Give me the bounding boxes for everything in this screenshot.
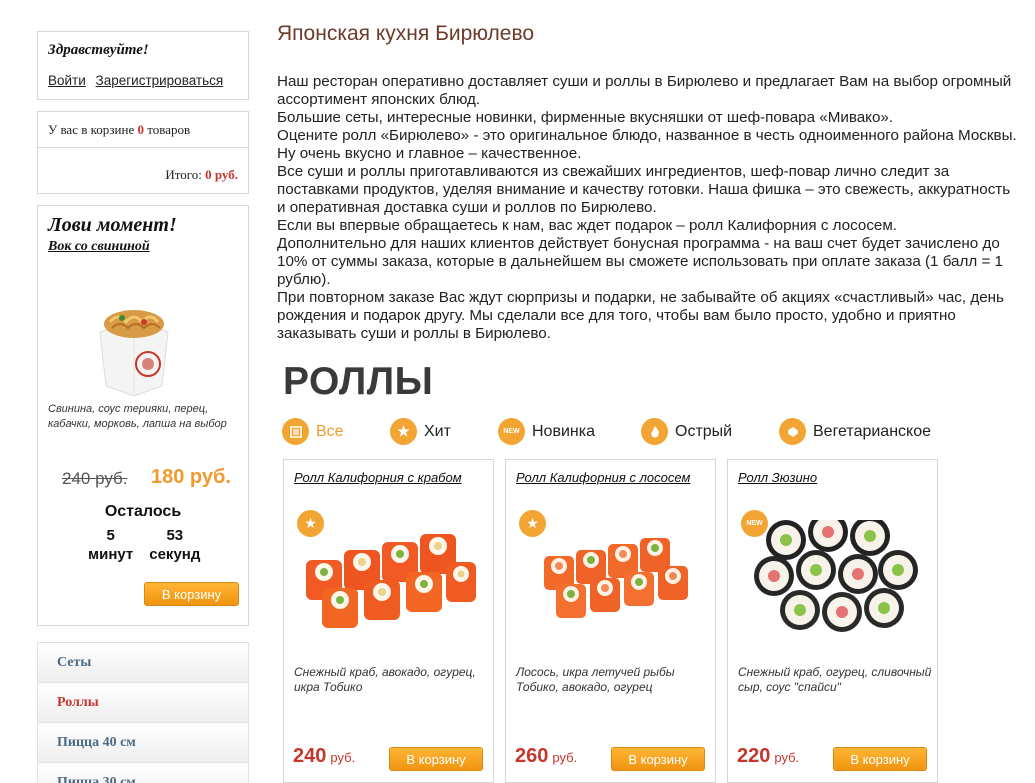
menu-item-sets[interactable]: Сеты <box>38 643 248 683</box>
cart-count: 0 <box>137 122 144 137</box>
product-price: 240 руб. <box>293 745 355 768</box>
cart-prefix: У вас в корзине <box>48 122 135 137</box>
timer-minutes-label: минут <box>88 546 134 563</box>
intro-paragraph: Оцените ролл «Бирюлево» - это оригинальн… <box>277 127 1017 162</box>
product-price-currency: руб. <box>552 750 578 765</box>
promo-product-link[interactable]: Вок со свининой <box>48 239 150 255</box>
cart-suffix: товаров <box>147 122 191 137</box>
product-price: 220 руб. <box>737 745 799 768</box>
filter-all-label: Все <box>316 422 344 440</box>
promo-old-price: 240 руб. <box>62 469 128 488</box>
promo-remaining-label: Осталось <box>104 503 182 520</box>
list-icon <box>282 418 309 445</box>
promo-description: Свинина, соус терияки, перец, кабачки, м… <box>48 403 227 430</box>
promo-add-to-cart-button[interactable]: В корзину <box>144 582 239 606</box>
filter-new[interactable]: NEW Новинка <box>498 418 595 445</box>
star-icon: ★ <box>390 418 417 445</box>
filter-new-label: Новинка <box>532 422 595 440</box>
california-crab-roll-image[interactable] <box>294 520 484 640</box>
promo-title: Лови момент! <box>48 214 177 236</box>
promo-box: Лови момент! Вок со свининой Свинина, со… <box>37 205 249 626</box>
login-link[interactable]: Войти <box>48 73 86 88</box>
product-description: Снежный краб, огурец, сливочный сыр, соу… <box>738 665 932 694</box>
intro-paragraph: Если вы впервые обращаетесь к нам, вас ж… <box>277 217 898 234</box>
promo-new-price: 180 руб. <box>151 466 231 488</box>
wok-box-image[interactable] <box>86 294 182 398</box>
product-card: Ролл Калифорния с лососем ★ Лосось, икра… <box>505 459 716 783</box>
product-description: Лосось, икра летучей рыбы Тобико, авокад… <box>516 665 675 694</box>
product-price-value: 240 <box>293 745 327 767</box>
filter-vegetarian-label: Вегетарианское <box>813 422 932 440</box>
intro-paragraph: Большие сеты, интересные новинки, фирмен… <box>277 109 894 126</box>
timer-minutes-value: 5 <box>106 527 115 544</box>
section-title: РОЛЛЫ <box>283 360 434 403</box>
menu-item-pizza-40[interactable]: Пицца 40 см <box>38 723 248 763</box>
zyuzino-roll-image[interactable] <box>738 520 928 640</box>
cart-total-label: Итого: <box>165 167 202 182</box>
intro-text: Наш ресторан оперативно доставляет суши … <box>277 73 1022 343</box>
greeting-box: Здравствуйте! Войти Зарегистрироваться <box>37 31 249 100</box>
product-price-value: 220 <box>737 745 771 767</box>
cart-total-value: 0 руб. <box>205 167 238 182</box>
product-name-link[interactable]: Ролл Калифорния с крабом <box>294 470 484 486</box>
product-price: 260 руб. <box>515 745 577 768</box>
add-to-cart-button[interactable]: В корзину <box>833 747 927 771</box>
intro-paragraph: Дополнительно для наших клиентов действу… <box>277 235 1003 288</box>
leaf-icon <box>779 418 806 445</box>
filter-spicy[interactable]: Острый <box>641 418 732 445</box>
flame-icon <box>641 418 668 445</box>
page-title: Японская кухня Бирюлево <box>277 22 535 45</box>
menu-item-rolls[interactable]: Роллы <box>38 683 248 723</box>
add-to-cart-button[interactable]: В корзину <box>389 747 483 771</box>
cart-box: У вас в корзине 0 товаров Итого: 0 руб. <box>37 111 249 194</box>
greeting-title: Здравствуйте! <box>48 42 149 58</box>
product-price-currency: руб. <box>330 750 356 765</box>
product-card: Ролл Калифорния с крабом ★ Снежный краб,… <box>283 459 494 783</box>
timer-seconds-value: 53 <box>166 527 184 544</box>
cart-total-row: Итого: 0 руб. <box>38 148 248 194</box>
product-price-currency: руб. <box>774 750 800 765</box>
filter-all[interactable]: Все <box>282 418 344 445</box>
california-salmon-roll-image[interactable] <box>516 520 706 640</box>
filter-hit-label: Хит <box>424 422 451 440</box>
product-card: Ролл Зюзино NEW Снежный краб, огурец, сл… <box>727 459 938 783</box>
category-menu: Сеты Роллы Пицца 40 см Пицца 30 см <box>37 642 249 783</box>
intro-paragraph: Наш ресторан оперативно доставляет суши … <box>277 73 1012 108</box>
product-description: Снежный краб, авокадо, огурец, икра Тоби… <box>294 665 476 694</box>
cart-count-row: У вас в корзине 0 товаров <box>38 112 248 148</box>
new-badge-icon: NEW <box>498 418 525 445</box>
filter-spicy-label: Острый <box>675 422 733 440</box>
intro-paragraph: При повторном заказе Вас ждут сюрпризы и… <box>277 289 1004 342</box>
intro-paragraph: Все суши и роллы приготавливаются из све… <box>277 163 1011 216</box>
timer-seconds-label: секунд <box>149 546 201 563</box>
filter-vegetarian[interactable]: Вегетарианское <box>779 418 931 445</box>
timer-seconds: 53 секунд <box>149 526 200 564</box>
filter-hit[interactable]: ★ Хит <box>390 418 451 445</box>
product-name-link[interactable]: Ролл Калифорния с лососем <box>516 470 706 486</box>
promo-timer: 5 минут 53 секунд <box>88 526 200 564</box>
menu-item-pizza-30[interactable]: Пицца 30 см <box>38 763 248 783</box>
register-link[interactable]: Зарегистрироваться <box>96 73 224 88</box>
product-price-value: 260 <box>515 745 549 767</box>
product-name-link[interactable]: Ролл Зюзино <box>738 470 928 486</box>
timer-minutes: 5 минут <box>88 526 133 564</box>
auth-links: Войти Зарегистрироваться <box>48 73 238 88</box>
add-to-cart-button[interactable]: В корзину <box>611 747 705 771</box>
